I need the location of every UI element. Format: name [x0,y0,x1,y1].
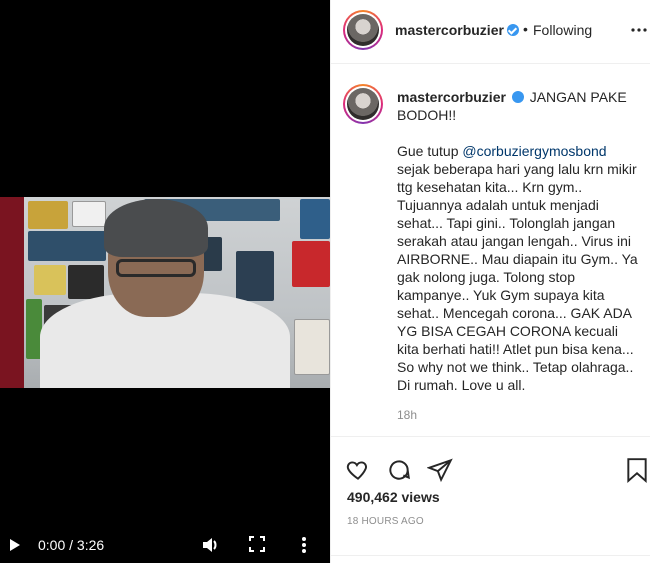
video-frame[interactable] [0,197,330,388]
person-beanie [104,199,208,257]
separator-dot: • [523,21,528,37]
views-count[interactable]: 490,462 views [347,489,440,505]
video-controls: 0:00 / 3:26 [0,529,330,563]
mention-link[interactable]: @corbuziergymosbond [462,143,606,159]
play-icon[interactable] [10,539,20,551]
comment-icon[interactable] [386,457,412,483]
caption-username[interactable]: mastercorbuzier [397,89,506,105]
wall-sign [28,201,68,229]
add-comment-bar[interactable] [331,555,650,563]
wall-sign [68,265,104,299]
share-icon[interactable] [426,457,453,483]
wall-sign [300,199,330,239]
volume-icon[interactable] [200,535,220,555]
wall-sign [292,241,330,287]
video-time: 0:00 / 3:26 [38,537,105,553]
post-panel: mastercorbuzier • Following mastercorbuz… [330,0,650,563]
post-header: mastercorbuzier • Following [331,0,650,64]
wall-sign [294,319,330,375]
caption-area: mastercorbuzier JANGAN PAKE BODOH!! Gue … [331,64,650,436]
more-horizontal-icon[interactable] [631,16,647,37]
more-vertical-icon[interactable] [300,535,308,555]
wall-sign [72,201,106,227]
wall-sign [34,265,66,295]
caption-text: sejak beberapa hari yang lalu krn mikir … [397,161,642,393]
fullscreen-icon[interactable] [248,535,266,553]
verified-icon [507,24,519,36]
heart-icon[interactable] [345,457,371,483]
caption-avatar[interactable] [343,84,383,124]
wall-sign [28,231,106,261]
verified-icon [511,91,524,103]
person-glasses [116,259,196,277]
caption-intro: Gue tutup [397,143,463,159]
caption-header: mastercorbuzier JANGAN PAKE BODOH!! [397,88,637,124]
header-username[interactable]: mastercorbuzier [395,22,504,38]
bookmark-icon[interactable] [625,457,650,483]
wall-sign [236,251,274,301]
background-curtain [0,197,24,388]
avatar[interactable] [343,10,383,50]
caption-body: Gue tutup @corbuziergymosbond sejak bebe… [397,142,641,394]
posted-ago: 18 HOURS AGO [347,516,424,527]
following-button[interactable]: Following [533,22,592,38]
video-player[interactable]: 0:00 / 3:26 [0,0,330,563]
caption-age: 18h [397,408,418,422]
actions-bar: 490,462 views 18 HOURS AGO [331,436,650,562]
